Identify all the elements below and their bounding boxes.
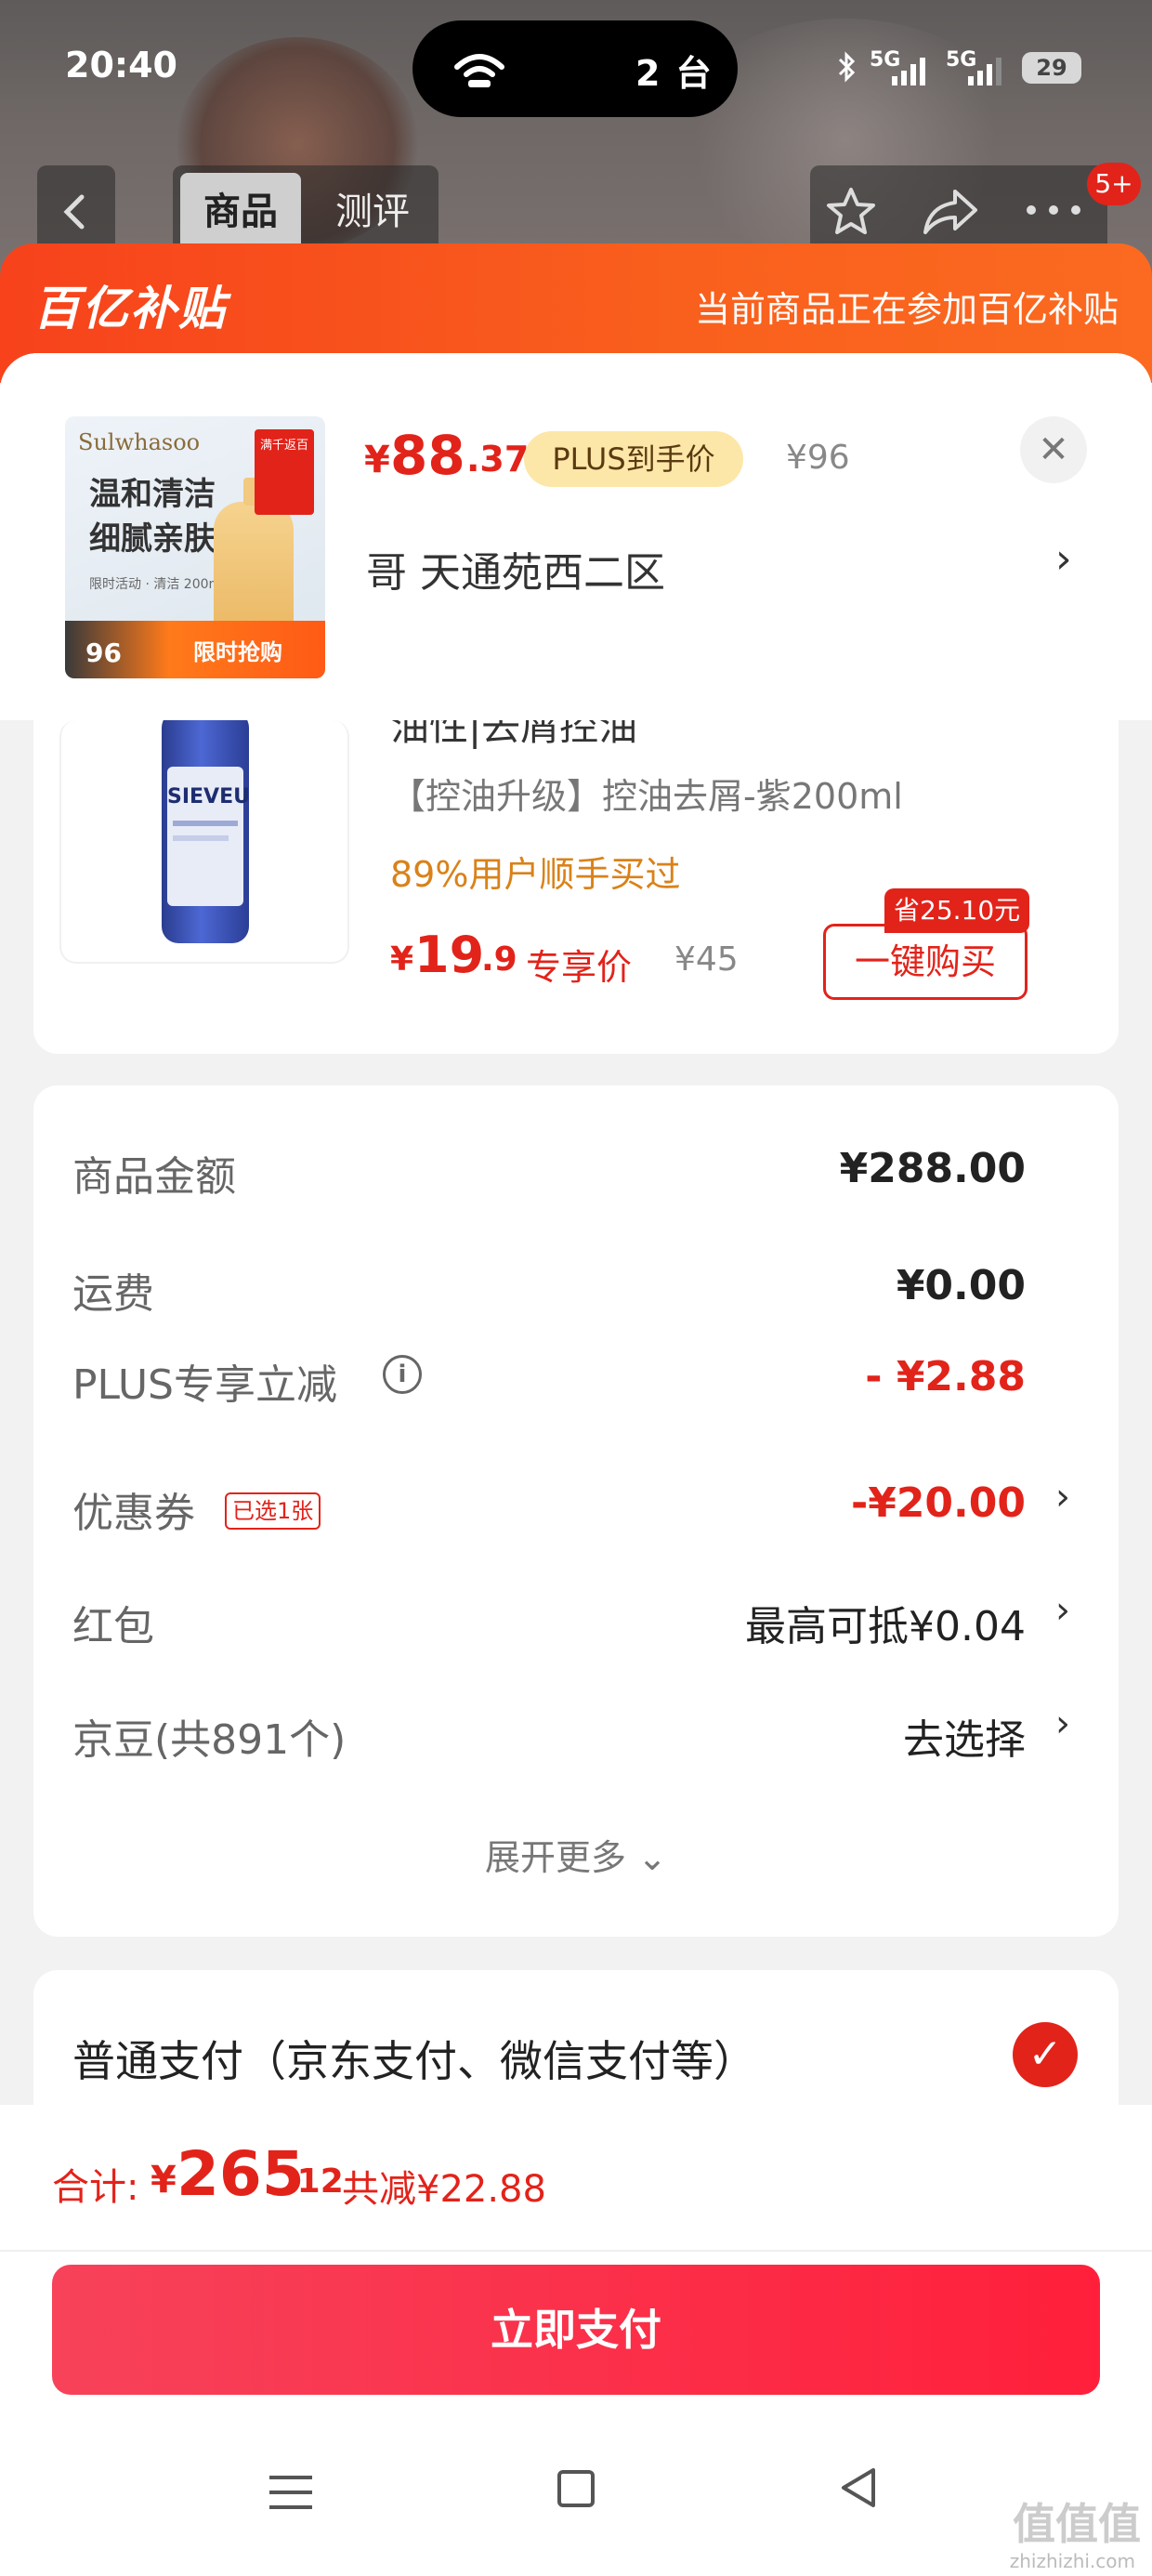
- plus-discount-value: - ¥2.88: [865, 1353, 1026, 1400]
- jingdou-value[interactable]: 去选择: [903, 1706, 1026, 1766]
- recommend-price-integer: 19: [414, 926, 485, 984]
- recommend-product-spec: 【控油升级】控油去屑-紫200ml: [390, 776, 903, 817]
- bottle-label-line: [173, 821, 238, 826]
- system-nav-bar: [0, 2416, 1152, 2576]
- recommend-price-currency: ¥: [390, 940, 414, 979]
- total-decimal: .12: [284, 2162, 344, 2201]
- address-chevron-icon[interactable]: ›: [1055, 535, 1072, 583]
- bottle-brand: SIEVEU: [167, 785, 250, 808]
- delivery-address[interactable]: 哥 天通苑西二区: [366, 539, 665, 598]
- star-icon[interactable]: [825, 186, 877, 238]
- savings-tag: 省25.10元: [884, 888, 1030, 933]
- thumb-subtitle: 限时活动 · 清洁 200ml: [89, 577, 226, 592]
- header-product-card: Sulwhasoo 温和清洁 细腻亲肤 限时活动 · 清洁 200ml 满千返百…: [0, 353, 1152, 720]
- device-count: 2 台: [635, 53, 713, 94]
- header-price-decimal: .37: [466, 439, 530, 480]
- menu-icon[interactable]: [269, 2472, 312, 2513]
- subsidy-logo: 百亿补贴: [33, 282, 227, 335]
- redpacket-value[interactable]: 最高可抵¥0.04: [745, 1593, 1026, 1652]
- home-icon[interactable]: [557, 2470, 595, 2507]
- thumb-price: 96: [85, 637, 122, 668]
- signal-icon: [892, 58, 925, 85]
- shipping-label: 运费: [72, 1270, 154, 1318]
- bluetooth-icon: [838, 51, 856, 83]
- chevron-left-icon: [63, 194, 85, 230]
- jingdou-chevron-icon[interactable]: ›: [1055, 1702, 1070, 1745]
- thumb-cta: 限时抢购: [193, 639, 282, 665]
- recommend-original-price: ¥45: [674, 940, 739, 979]
- one-click-buy-button[interactable]: 一键购买: [823, 924, 1028, 1000]
- share-icon[interactable]: [922, 186, 979, 238]
- redpacket-label: 红包: [72, 1603, 154, 1650]
- shipping-value: ¥0.00: [896, 1262, 1026, 1309]
- plus-price-badge: PLUS到手价: [524, 431, 743, 487]
- check-icon[interactable]: ✓: [1013, 2022, 1078, 2087]
- goods-amount-label: 商品金额: [72, 1153, 236, 1201]
- header-product-thumbnail[interactable]: Sulwhasoo 温和清洁 细腻亲肤 限时活动 · 清洁 200ml 满千返百…: [65, 416, 325, 678]
- thumb-promo-tag: 满千返百: [255, 429, 314, 515]
- tab-review[interactable]: 测评: [312, 173, 433, 251]
- signal-icon-2: [968, 58, 1001, 85]
- back-triangle-icon[interactable]: [836, 2464, 883, 2511]
- payment-method-label: 普通支付（京东支付、微信支付等）: [72, 2036, 756, 2086]
- coupon-label: 优惠券: [72, 1490, 195, 1537]
- subsidy-banner-text: 当前商品正在参加百亿补贴: [694, 289, 1119, 330]
- close-button[interactable]: ✕: [1020, 416, 1087, 483]
- more-icon[interactable]: [1024, 203, 1083, 217]
- thumb-title-line-2: 细腻亲肤: [89, 520, 216, 558]
- divider: [0, 2250, 1152, 2252]
- coupon-chevron-icon[interactable]: ›: [1055, 1476, 1070, 1518]
- pay-now-button[interactable]: 立即支付: [52, 2265, 1100, 2395]
- recommend-product-image[interactable]: SIEVEU: [59, 720, 349, 964]
- recommend-price-decimal: .9: [481, 940, 517, 979]
- goods-amount-value: ¥288.00: [839, 1145, 1026, 1192]
- shampoo-bottle: SIEVEU: [162, 720, 250, 943]
- recommend-bought-rate: 89%用户顺手买过: [390, 854, 681, 895]
- total-label: 合计:: [52, 2166, 139, 2209]
- status-icons: 5G 5G 29: [836, 45, 1096, 91]
- thumb-brand: Sulwhasoo: [78, 429, 201, 455]
- header-price-currency: ¥: [364, 439, 390, 481]
- watermark: 值值值: [1013, 2499, 1141, 2549]
- battery-icon: 29: [1022, 52, 1081, 84]
- notification-badge: 5+: [1087, 163, 1141, 205]
- thumb-title-line-1: 温和清洁: [89, 476, 216, 513]
- total-currency: ¥: [151, 2159, 177, 2201]
- info-icon[interactable]: i: [383, 1355, 422, 1394]
- cast-icon: [454, 54, 504, 87]
- bottle-label: SIEVEU: [167, 767, 250, 906]
- header-price-integer: 88: [390, 424, 465, 487]
- status-time: 20:40: [65, 45, 177, 85]
- total-discount: 共减¥22.88: [342, 2168, 546, 2211]
- coupon-selected-tag: 已选1张: [225, 1492, 321, 1530]
- thumb-title: 温和清洁 细腻亲肤: [89, 472, 216, 561]
- coupon-value[interactable]: -¥20.00: [851, 1479, 1026, 1527]
- dynamic-island: 2 台: [412, 20, 738, 117]
- jingdou-label: 京豆(共891个): [72, 1716, 347, 1764]
- checkout-sheet: SIEVEU 油性|去屑控油 【控油升级】控油去屑-紫200ml 89%用户顺手…: [0, 353, 1152, 2576]
- bottle-label-line-2: [173, 835, 229, 841]
- header-original-price: ¥96: [786, 439, 850, 477]
- watermark-url: zhizhizhi.com: [1009, 2550, 1135, 2572]
- order-summary-card: 商品金额 ¥288.00 运费 ¥0.00 PLUS专享立减 i - ¥2.88…: [33, 1085, 1119, 1937]
- thumb-footer: 96 限时抢购: [65, 621, 325, 678]
- plus-discount-label: PLUS专享立减: [72, 1361, 337, 1409]
- redpacket-chevron-icon[interactable]: ›: [1055, 1589, 1070, 1632]
- recommend-price-label: 专享价: [526, 947, 633, 988]
- tab-product[interactable]: 商品: [180, 173, 301, 251]
- expand-more-button[interactable]: 展开更多 ⌄: [33, 1829, 1119, 1880]
